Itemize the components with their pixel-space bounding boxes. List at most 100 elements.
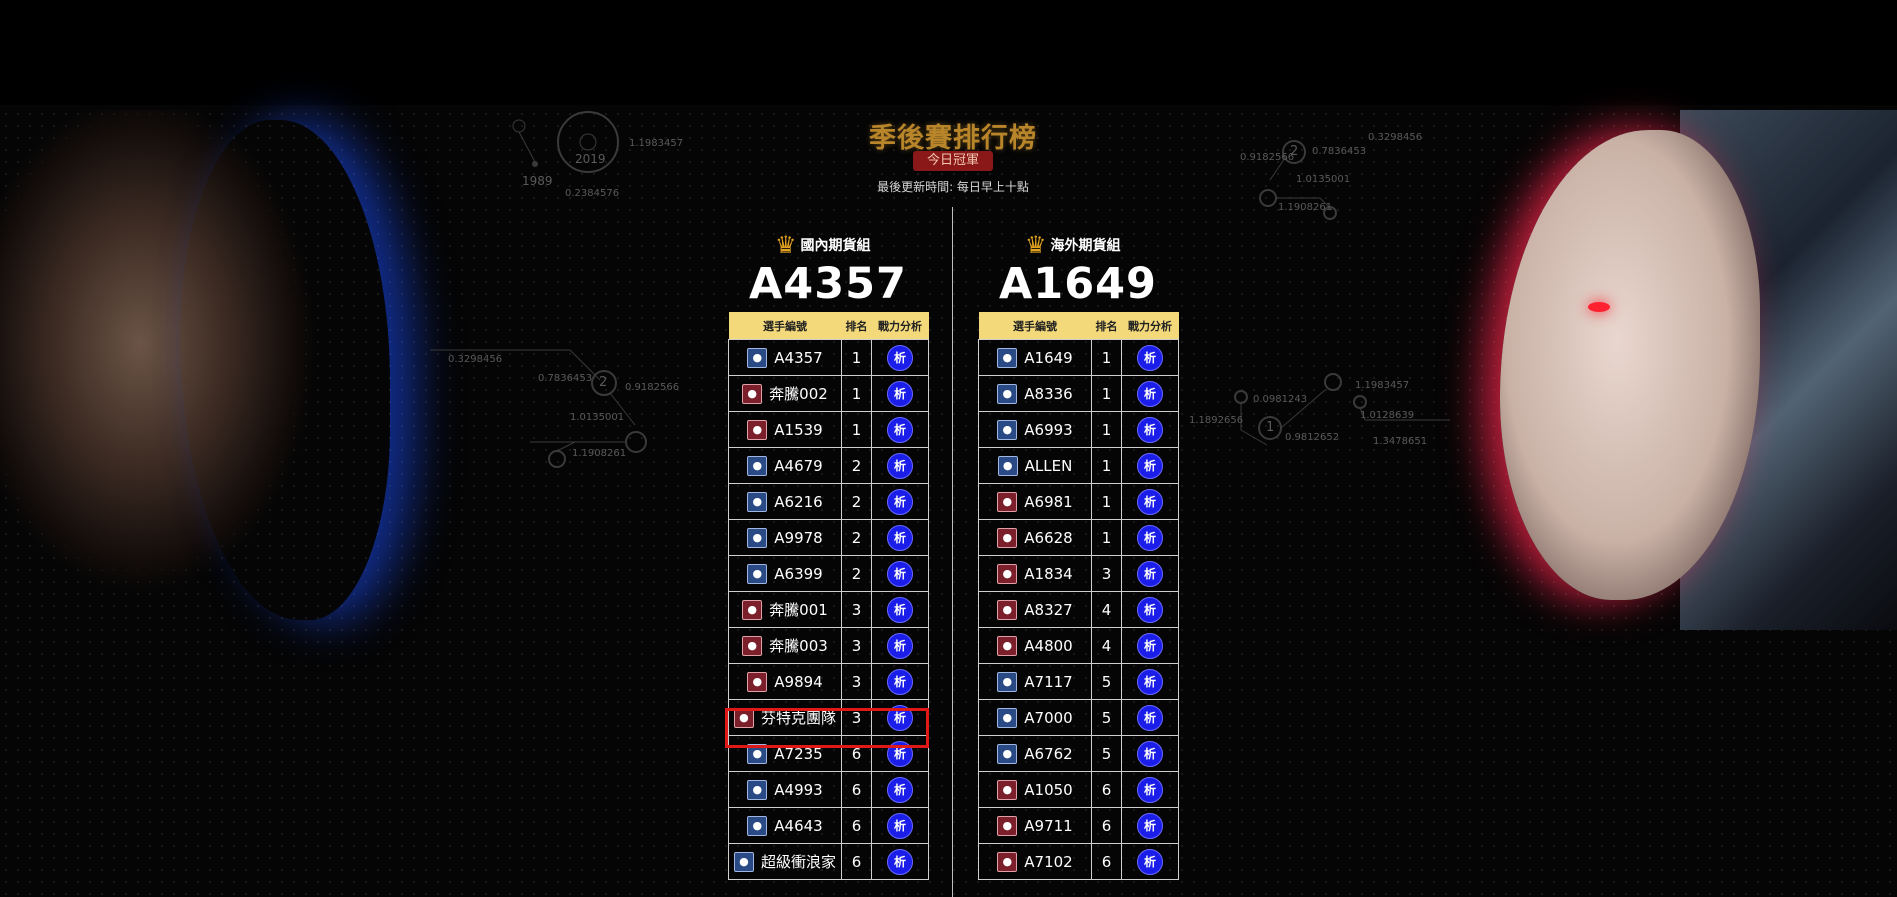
table-row: ● A4357 1 析	[728, 339, 929, 376]
analysis-cell: 析	[1121, 807, 1179, 844]
player-id: ● A6628	[979, 527, 1091, 548]
analysis-cell: 析	[1121, 843, 1179, 880]
player-cell: ● A9978	[728, 519, 842, 556]
analysis-button[interactable]: 析	[887, 740, 913, 767]
rank-cell: 2	[841, 555, 872, 592]
analysis-button[interactable]: 析	[887, 776, 913, 803]
analysis-button[interactable]: 析	[1137, 452, 1163, 479]
analysis-cell: 析	[871, 771, 929, 808]
rank-cell: 2	[841, 519, 872, 556]
analysis-button[interactable]: 析	[1137, 668, 1163, 695]
hud-number: 1.1908261	[572, 448, 627, 459]
player-id: ● A7000	[979, 707, 1091, 728]
analysis-button[interactable]: 析	[1137, 524, 1163, 551]
rank-cell: 4	[1091, 591, 1122, 628]
analysis-button[interactable]: 析	[887, 848, 913, 875]
table-row: ● A4679 2 析	[728, 447, 929, 484]
analysis-button[interactable]: 析	[1137, 596, 1163, 623]
player-name: A6399	[774, 564, 823, 583]
analysis-cell: 析	[871, 519, 929, 556]
analysis-button[interactable]: 析	[887, 524, 913, 551]
analysis-button[interactable]: 析	[1137, 704, 1163, 731]
player-id: ● A4357	[729, 347, 841, 368]
group-champion: A4357	[749, 259, 907, 309]
analysis-button[interactable]: 析	[887, 380, 913, 407]
player-cell: ● A4800	[978, 627, 1092, 664]
analysis-button[interactable]: 析	[887, 704, 913, 731]
player-name: A6628	[1024, 528, 1073, 547]
player-cell: ● 超級衝浪家	[728, 843, 842, 880]
analysis-cell: 析	[871, 627, 929, 664]
human-portrait-image	[0, 110, 400, 630]
rank-cell: 5	[1091, 735, 1122, 772]
hud-node-number: 1	[1266, 420, 1275, 435]
table-row: ● A4993 6 析	[728, 771, 929, 808]
analysis-button[interactable]: 析	[887, 812, 913, 839]
analysis-cell: 析	[871, 807, 929, 844]
column-header: 排名	[841, 312, 872, 340]
player-cell: ● 芬特克團隊	[728, 699, 842, 736]
analysis-button[interactable]: 析	[1137, 740, 1163, 767]
table-row: ● A1539 1 析	[728, 411, 929, 448]
player-id: ● A4800	[979, 635, 1091, 656]
analysis-button[interactable]: 析	[1137, 812, 1163, 839]
rank-cell: 1	[1091, 339, 1122, 376]
hud-right-top: 2 0.9182566 0.7836453 1.0135001 1.190826…	[1240, 130, 1440, 230]
player-id: ● A4993	[729, 779, 841, 800]
analysis-button[interactable]: 析	[887, 668, 913, 695]
analysis-cell: 析	[1121, 591, 1179, 628]
male-avatar-icon: ●	[997, 347, 1018, 368]
hud-number: 0.7836453	[1312, 146, 1367, 157]
analysis-button[interactable]: 析	[887, 488, 913, 515]
female-avatar-icon: ●	[747, 419, 768, 440]
analysis-button[interactable]: 析	[887, 452, 913, 479]
analysis-button[interactable]: 析	[1137, 344, 1163, 371]
analysis-button[interactable]: 析	[887, 560, 913, 587]
rank-cell: 2	[841, 483, 872, 520]
player-cell: ● A4357	[728, 339, 842, 376]
rank-cell: 1	[841, 411, 872, 448]
analysis-button[interactable]: 析	[887, 596, 913, 623]
player-name: A8327	[1024, 600, 1073, 619]
analysis-cell: 析	[871, 375, 929, 412]
column-header: 排名	[1091, 312, 1122, 340]
analysis-button[interactable]: 析	[1137, 380, 1163, 407]
analysis-button[interactable]: 析	[887, 344, 913, 371]
analysis-button[interactable]: 析	[1137, 488, 1163, 515]
analysis-cell: 析	[871, 663, 929, 700]
female-avatar-icon: ●	[997, 779, 1018, 800]
page-title: 季後賽排行榜	[869, 123, 1037, 154]
table-row: ● A6399 2 析	[728, 555, 929, 592]
blue-glow	[180, 120, 390, 620]
hud-number: 1.0128639	[1360, 410, 1415, 421]
table-row: ● A1649 1 析	[978, 339, 1179, 376]
analysis-button[interactable]: 析	[1137, 560, 1163, 587]
player-id: ● A4643	[729, 815, 841, 836]
male-avatar-icon: ●	[747, 527, 768, 548]
table-row: ● A4800 4 析	[978, 627, 1179, 664]
table-row: ● A6628 1 析	[978, 519, 1179, 556]
male-avatar-icon: ●	[997, 707, 1018, 728]
group-champion: A1649	[999, 259, 1157, 309]
analysis-button[interactable]: 析	[1137, 416, 1163, 443]
player-id: ● 超級衝浪家	[729, 851, 841, 872]
analysis-button[interactable]: 析	[1137, 848, 1163, 875]
analysis-button[interactable]: 析	[1137, 776, 1163, 803]
player-name: A7000	[1024, 708, 1073, 727]
hud-number: 0.9812652	[1285, 432, 1340, 443]
male-avatar-icon: ●	[747, 491, 768, 512]
analysis-button[interactable]: 析	[1137, 632, 1163, 659]
column-header: 選手編號	[978, 312, 1092, 340]
analysis-cell: 析	[871, 411, 929, 448]
analysis-cell: 析	[871, 735, 929, 772]
player-name: A7235	[774, 744, 823, 763]
female-avatar-icon: ●	[997, 635, 1018, 656]
table-row: ● A6981 1 析	[978, 483, 1179, 520]
player-cell: ● A1539	[728, 411, 842, 448]
analysis-button[interactable]: 析	[887, 632, 913, 659]
table-row: ● A1050 6 析	[978, 771, 1179, 808]
analysis-button[interactable]: 析	[887, 416, 913, 443]
player-cell: ● A6399	[728, 555, 842, 592]
update-time: 最後更新時間: 每日早上十點	[877, 180, 1029, 194]
player-name: 奔騰002	[769, 385, 828, 403]
